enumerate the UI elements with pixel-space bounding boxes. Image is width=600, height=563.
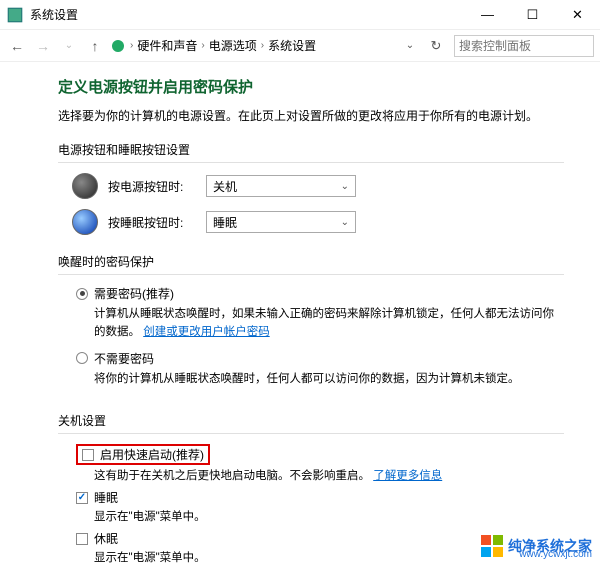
watermark-logo-icon bbox=[481, 535, 503, 557]
no-password-label: 不需要密码 bbox=[94, 350, 154, 367]
page-title: 定义电源按钮并启用密码保护 bbox=[58, 76, 564, 97]
require-password-desc: 计算机从睡眠状态唤醒时，如果未输入正确的密码来解除计算机锁定，任何人都无法访问你… bbox=[94, 305, 564, 342]
window-controls: — ☐ ✕ bbox=[465, 0, 600, 30]
page-desc: 选择要为你的计算机的电源设置。在此页上对设置所做的更改将应用于你所有的电源计划。 bbox=[58, 107, 564, 125]
change-password-link[interactable]: 创建或更改用户帐户密码 bbox=[143, 326, 270, 338]
forward-button[interactable]: → bbox=[32, 35, 54, 57]
content-area: 定义电源按钮并启用密码保护 选择要为你的计算机的电源设置。在此页上对设置所做的更… bbox=[0, 62, 600, 563]
power-plan-icon bbox=[110, 38, 126, 54]
checkbox-icon[interactable] bbox=[76, 492, 88, 504]
navbar: ← → ⌄ ↑ › 硬件和声音 › 电源选项 › 系统设置 ⌄ ↻ 🔍 bbox=[0, 30, 600, 62]
app-icon bbox=[6, 6, 24, 24]
breadcrumb-dropdown[interactable]: ⌄ bbox=[400, 36, 420, 56]
hibernate-option-label: 休眠 bbox=[94, 530, 118, 547]
minimize-button[interactable]: — bbox=[465, 0, 510, 30]
watermark-url: www.ycwxjt.com bbox=[519, 549, 592, 560]
close-button[interactable]: ✕ bbox=[555, 0, 600, 30]
no-password-desc: 将你的计算机从睡眠状态唤醒时，任何人都可以访问你的数据，因为计算机未锁定。 bbox=[94, 370, 564, 388]
power-icon bbox=[72, 173, 98, 199]
watermark: 纯净系统之家 www.ycwxjt.com bbox=[481, 535, 592, 557]
fast-startup-option[interactable]: 启用快速启动(推荐) 这有助于在关机之后更快地启动电脑。不会影响重启。 了解更多… bbox=[76, 444, 564, 483]
chevron-down-icon: ⌄ bbox=[341, 217, 349, 228]
shutdown-section-title: 关机设置 bbox=[58, 412, 564, 434]
breadcrumb-hardware[interactable]: 硬件和声音 bbox=[137, 37, 197, 54]
password-section-title: 唤醒时的密码保护 bbox=[58, 253, 564, 275]
checkbox-icon[interactable] bbox=[76, 533, 88, 545]
no-password-option[interactable]: 不需要密码 将你的计算机从睡眠状态唤醒时，任何人都可以访问你的数据，因为计算机未… bbox=[76, 350, 564, 388]
search-box[interactable]: 🔍 bbox=[454, 35, 594, 57]
fast-startup-label: 启用快速启动(推荐) bbox=[100, 446, 204, 463]
power-label: 按电源按钮时: bbox=[108, 178, 200, 195]
recent-dropdown[interactable]: ⌄ bbox=[58, 35, 80, 57]
up-button[interactable]: ↑ bbox=[84, 35, 106, 57]
window-title: 系统设置 bbox=[30, 6, 465, 23]
highlight-box: 启用快速启动(推荐) bbox=[76, 444, 210, 465]
breadcrumb[interactable]: › 硬件和声音 › 电源选项 › 系统设置 bbox=[110, 37, 396, 54]
checkbox-icon[interactable] bbox=[82, 449, 94, 461]
maximize-button[interactable]: ☐ bbox=[510, 0, 555, 30]
search-input[interactable] bbox=[459, 39, 600, 53]
sleep-button-row: 按睡眠按钮时: 睡眠 ⌄ bbox=[72, 209, 564, 235]
sleep-icon bbox=[72, 209, 98, 235]
button-section-title: 电源按钮和睡眠按钮设置 bbox=[58, 141, 564, 163]
power-button-row: 按电源按钮时: 关机 ⌄ bbox=[72, 173, 564, 199]
sleep-label: 按睡眠按钮时: bbox=[108, 214, 200, 231]
sleep-option[interactable]: 睡眠 显示在"电源"菜单中。 bbox=[76, 489, 564, 524]
radio-icon bbox=[76, 288, 88, 300]
power-dropdown[interactable]: 关机 ⌄ bbox=[206, 175, 356, 197]
sleep-value: 睡眠 bbox=[213, 214, 237, 231]
back-button[interactable]: ← bbox=[6, 35, 28, 57]
require-password-label: 需要密码(推荐) bbox=[94, 285, 174, 302]
titlebar: 系统设置 — ☐ ✕ bbox=[0, 0, 600, 30]
refresh-button[interactable]: ↻ bbox=[426, 36, 446, 56]
fast-startup-desc: 这有助于在关机之后更快地启动电脑。不会影响重启。 了解更多信息 bbox=[94, 467, 564, 483]
power-value: 关机 bbox=[213, 178, 237, 195]
learn-more-link[interactable]: 了解更多信息 bbox=[373, 470, 442, 482]
breadcrumb-power[interactable]: 电源选项 bbox=[209, 37, 257, 54]
sleep-dropdown[interactable]: 睡眠 ⌄ bbox=[206, 211, 356, 233]
chevron-down-icon: ⌄ bbox=[341, 181, 349, 192]
require-password-option[interactable]: 需要密码(推荐) 计算机从睡眠状态唤醒时，如果未输入正确的密码来解除计算机锁定，… bbox=[76, 285, 564, 342]
sleep-option-desc: 显示在"电源"菜单中。 bbox=[94, 508, 564, 524]
sleep-option-label: 睡眠 bbox=[94, 489, 118, 506]
breadcrumb-settings[interactable]: 系统设置 bbox=[268, 37, 316, 54]
radio-icon bbox=[76, 352, 88, 364]
